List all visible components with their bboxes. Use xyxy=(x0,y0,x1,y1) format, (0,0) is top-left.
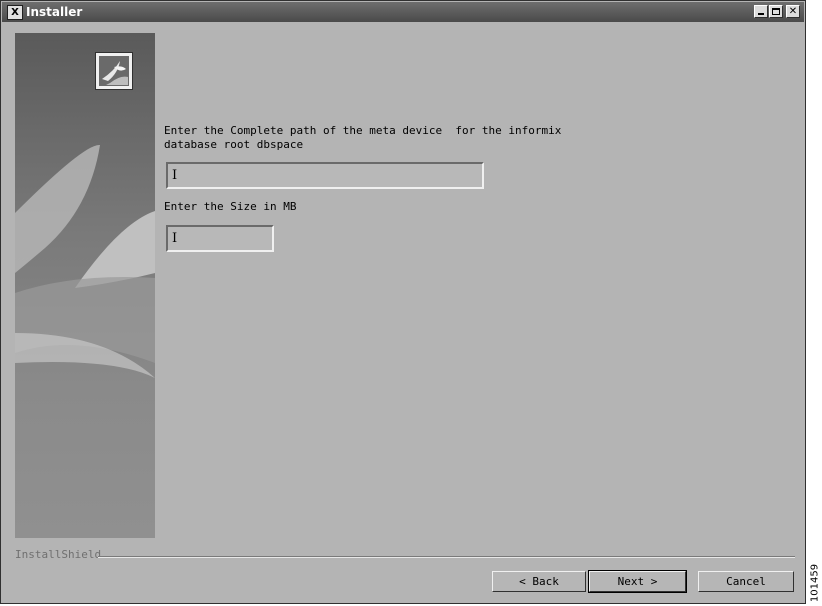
size-prompt: Enter the Size in MB xyxy=(164,200,297,213)
close-button[interactable]: ✕ xyxy=(786,5,800,18)
back-button[interactable]: < Back xyxy=(492,571,586,592)
installer-window: X Installer ✕ Enter the Complete path of… xyxy=(0,0,806,604)
cancel-button[interactable]: Cancel xyxy=(698,571,794,592)
side-banner-image xyxy=(15,33,155,538)
minimize-button[interactable] xyxy=(754,5,768,18)
maximize-icon xyxy=(772,8,780,15)
meta-device-path-field[interactable]: I xyxy=(166,162,484,189)
figure-id-label: 101459 xyxy=(808,560,822,606)
meta-device-path-input[interactable] xyxy=(168,164,482,187)
footer-divider xyxy=(98,556,795,558)
window-title: Installer xyxy=(26,5,83,19)
path-prompt-line-2: database root dbspace xyxy=(164,138,304,151)
logo-graphic xyxy=(99,56,129,86)
x-window-icon[interactable]: X xyxy=(7,5,23,20)
minimize-icon xyxy=(758,13,764,15)
installshield-brand-label: InstallShield xyxy=(15,548,102,561)
size-mb-input[interactable] xyxy=(168,227,272,250)
path-prompt-line-1: Enter the Complete path of the meta devi… xyxy=(164,124,562,137)
title-bar[interactable]: X Installer ✕ xyxy=(2,2,804,22)
installshield-logo-icon xyxy=(95,52,133,90)
side-banner-graphic xyxy=(15,144,155,378)
next-button[interactable]: Next > xyxy=(588,570,687,593)
figure-id-text: 101459 xyxy=(809,563,821,603)
maximize-button[interactable] xyxy=(769,5,783,18)
size-mb-field[interactable]: I xyxy=(166,225,274,252)
text-cursor-icon: I xyxy=(172,231,178,246)
text-cursor-icon: I xyxy=(172,168,178,183)
